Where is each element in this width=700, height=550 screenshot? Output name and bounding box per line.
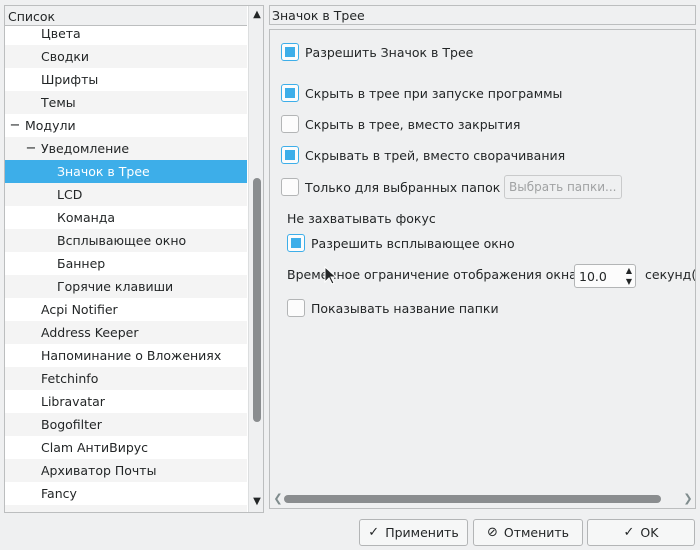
- tree-item[interactable]: Libravatar: [5, 390, 247, 413]
- tree-item-label: Значок в Трее: [57, 164, 150, 179]
- tree-item-label: Напоминание о Вложениях: [41, 348, 222, 363]
- tree-header: Список: [5, 6, 247, 26]
- scroll-left-icon[interactable]: ❮: [272, 492, 284, 506]
- tree-item[interactable]: Acpi Notifier: [5, 298, 247, 321]
- only-selected-checkbox[interactable]: [281, 178, 299, 196]
- tree-scrollbar[interactable]: ▲ ▼: [248, 6, 263, 512]
- apply-button[interactable]: ✓ Применить: [359, 519, 468, 546]
- tree-item-label: Acpi Notifier: [41, 302, 118, 317]
- tree-list: Цвета Сводки Шрифты Темы − Модули − Уведомление…: [5, 22, 247, 512]
- tree-item-label: Темы: [41, 95, 76, 110]
- hide-on-start-label: Скрыть в трее при запуске программы: [305, 85, 563, 101]
- hide-on-minimize-checkbox[interactable]: [281, 146, 299, 164]
- tree-item-label: Уведомление: [41, 141, 130, 156]
- tree-item[interactable]: Всплывающее окно: [5, 229, 247, 252]
- tree-item-label: Команда: [57, 210, 116, 225]
- hide-instead-close-label: Скрыть в трее, вместо закрытия: [305, 116, 521, 132]
- tree-item[interactable]: Горячие клавиши: [5, 275, 247, 298]
- timeout-unit: секунд(ы): [645, 267, 696, 282]
- hide-on-minimize-option[interactable]: Скрывать в трей, вместо сворачивания: [281, 146, 565, 164]
- tree-item[interactable]: LCD: [5, 183, 247, 206]
- collapse-icon[interactable]: −: [9, 505, 21, 512]
- cancel-icon: ⊘: [486, 525, 498, 540]
- hide-instead-close-option[interactable]: Скрыть в трее, вместо закрытия: [281, 115, 520, 133]
- tree-item[interactable]: Fancy: [5, 482, 247, 505]
- tree-item[interactable]: Значок в Трее: [5, 160, 247, 183]
- tree-item-label: Горячие клавиши: [57, 279, 174, 294]
- show-folder-name-checkbox[interactable]: [287, 299, 305, 317]
- horizontal-scroll-thumb[interactable]: [284, 495, 661, 503]
- scroll-up-icon[interactable]: ▲: [251, 9, 263, 21]
- hide-on-minimize-label: Скрывать в трей, вместо сворачивания: [305, 147, 566, 163]
- spin-down-icon[interactable]: ▼: [623, 276, 635, 287]
- collapse-icon[interactable]: −: [25, 137, 37, 160]
- page-title-label: Значок в Трее: [272, 8, 365, 23]
- enable-popup-checkbox[interactable]: [287, 234, 305, 252]
- tree-item[interactable]: Напоминание о Вложениях: [5, 344, 247, 367]
- tree-item-label: Libravatar: [41, 394, 105, 409]
- tree-item[interactable]: − Уведомление: [5, 137, 247, 160]
- only-selected-option[interactable]: Только для выбранных папок: [281, 178, 500, 196]
- tree-item[interactable]: Сводки: [5, 45, 247, 68]
- tree-item-label: Модули: [25, 118, 76, 133]
- page-title: Значок в Трее: [269, 5, 696, 25]
- tree-item[interactable]: Команда: [5, 206, 247, 229]
- tree-item[interactable]: Темы: [5, 91, 247, 114]
- spin-up-icon[interactable]: ▲: [623, 265, 635, 276]
- select-folders-button[interactable]: Выбрать папки...: [504, 175, 622, 199]
- tree-item-label: Clam АнтиВирус: [41, 440, 149, 455]
- enable-popup-option[interactable]: Разрешить всплывающее окно: [287, 234, 515, 252]
- apply-button-label: Применить: [385, 525, 459, 540]
- tree-item-label: Баннер: [57, 256, 106, 271]
- tree-item-label: LCD: [57, 187, 83, 202]
- tree-item[interactable]: Fetchinfo: [5, 367, 247, 390]
- cancel-button[interactable]: ⊘ Отменить: [473, 519, 583, 546]
- only-selected-label: Только для выбранных папок: [305, 179, 501, 195]
- tree-item[interactable]: Архиватор Почты: [5, 459, 247, 482]
- tree-item-label: Fancy: [41, 486, 77, 501]
- hide-instead-close-checkbox[interactable]: [281, 115, 299, 133]
- tree-item-label: Bogofilter: [41, 417, 102, 432]
- tree-item[interactable]: Clam АнтиВирус: [5, 436, 247, 459]
- checkmark-icon: ✓: [368, 525, 380, 540]
- ok-button[interactable]: ✓ OK: [587, 519, 695, 546]
- tree-item-label: Fetchinfo: [41, 371, 99, 386]
- tree-item-label: Шрифты: [41, 72, 99, 87]
- tree-item[interactable]: Шрифты: [5, 68, 247, 91]
- timeout-spinbox[interactable]: 10.0 ▲ ▼: [574, 264, 636, 288]
- tree-item-label: Всплывающее окно: [57, 233, 187, 248]
- ok-button-label: OK: [640, 525, 659, 540]
- enable-tray-label: Разрешить Значок в Трее: [305, 44, 474, 60]
- mouse-cursor-icon: [324, 266, 338, 285]
- collapse-icon[interactable]: −: [9, 114, 21, 137]
- tree-item[interactable]: − Модули: [5, 114, 247, 137]
- tree-scroll-thumb[interactable]: [253, 178, 261, 422]
- no-focus-label: Не захватывать фокус: [287, 211, 436, 226]
- timeout-value[interactable]: 10.0: [575, 269, 623, 284]
- enable-popup-label: Разрешить всплывающее окно: [311, 235, 515, 251]
- tree-item-label: Address Keeper: [41, 325, 139, 340]
- tree-item[interactable]: Баннер: [5, 252, 247, 275]
- tree-item-label: Архиватор Почты: [41, 463, 157, 478]
- preferences-tree[interactable]: Цвета Сводки Шрифты Темы − Модули − Уведомление…: [4, 5, 264, 513]
- tree-item[interactable]: −П...: [5, 505, 247, 512]
- tree-item[interactable]: Address Keeper: [5, 321, 247, 344]
- enable-tray-option[interactable]: Разрешить Значок в Трее: [281, 43, 473, 61]
- scroll-right-icon[interactable]: ❯: [682, 492, 694, 506]
- checkmark-icon: ✓: [623, 525, 635, 540]
- show-folder-name-option[interactable]: Показывать название папки: [287, 299, 499, 317]
- horizontal-scrollbar[interactable]: ❮ ❯: [273, 492, 694, 506]
- show-folder-name-label: Показывать название папки: [311, 300, 499, 316]
- cancel-button-label: Отменить: [503, 525, 570, 540]
- hide-on-start-option[interactable]: Скрыть в трее при запуске программы: [281, 84, 562, 102]
- enable-tray-checkbox[interactable]: [281, 43, 299, 61]
- tree-item-label: П...: [25, 505, 46, 512]
- tree-header-label: Список: [8, 9, 56, 24]
- scroll-down-icon[interactable]: ▼: [251, 496, 263, 508]
- tree-item[interactable]: Bogofilter: [5, 413, 247, 436]
- tree-item-label: Сводки: [41, 49, 90, 64]
- hide-on-start-checkbox[interactable]: [281, 84, 299, 102]
